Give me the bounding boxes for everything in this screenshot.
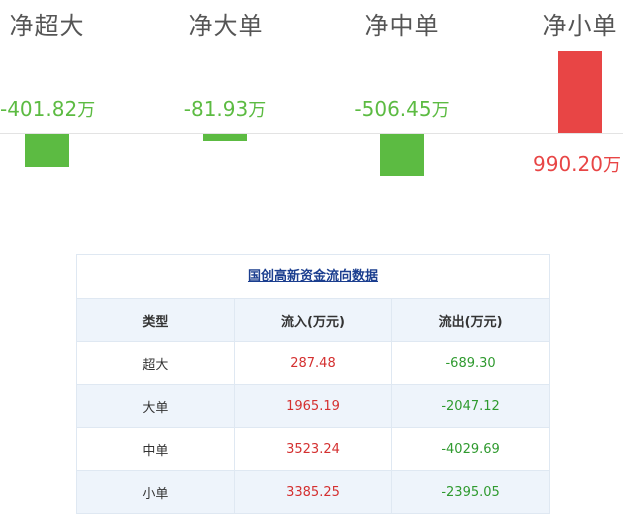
- cell-outflow: -2047.12: [391, 384, 549, 428]
- bar-medium: [380, 134, 424, 176]
- value-number: -401.82: [0, 97, 78, 121]
- fund-flow-grid: 类型 流入(万元) 流出(万元) 超大 287.48 -689.30 大单 19…: [77, 299, 549, 513]
- cell-inflow: 287.48: [234, 341, 393, 385]
- value-label-large: -81.93万: [184, 96, 266, 122]
- cell-type: 超大: [77, 341, 235, 385]
- bar-small: [558, 51, 602, 133]
- category-label-large: 净大单: [188, 12, 264, 40]
- cell-outflow: -2395.05: [391, 470, 549, 513]
- chart-baseline: [0, 133, 623, 134]
- category-label-medium: 净中单: [364, 12, 440, 40]
- value-unit: 万: [602, 155, 621, 176]
- cell-inflow: 3523.24: [234, 427, 393, 471]
- table-row: 中单 3523.24 -4029.69: [77, 427, 549, 471]
- value-number: -81.93: [183, 97, 249, 121]
- value-label-super-large: -401.82万: [0, 96, 95, 122]
- table-header-row: 类型 流入(万元) 流出(万元): [77, 299, 549, 342]
- header-inflow: 流入(万元): [234, 299, 393, 342]
- table-row: 超大 287.48 -689.30: [77, 341, 549, 385]
- cell-inflow: 1965.19: [234, 384, 393, 428]
- bar-super-large: [25, 134, 69, 168]
- cell-inflow: 3385.25: [234, 470, 393, 513]
- value-unit: 万: [77, 100, 96, 121]
- bar-large: [203, 134, 247, 141]
- cell-type: 小单: [77, 470, 235, 513]
- table-row: 大单 1965.19 -2047.12: [77, 384, 549, 428]
- category-label-small: 净小单: [542, 12, 618, 40]
- value-label-medium: -506.45万: [354, 96, 449, 122]
- category-label-super-large: 净超大: [9, 12, 85, 40]
- value-number: -506.45: [354, 97, 432, 121]
- header-outflow: 流出(万元): [391, 299, 549, 342]
- cell-outflow: -4029.69: [391, 427, 549, 471]
- cell-outflow: -689.30: [391, 341, 549, 385]
- value-number: 990.20: [533, 152, 603, 176]
- value-unit: 万: [431, 100, 450, 121]
- table-row: 小单 3385.25 -2395.05: [77, 470, 549, 513]
- cell-type: 大单: [77, 384, 235, 428]
- table-title-link[interactable]: 国创高新资金流向数据: [77, 255, 549, 299]
- cell-type: 中单: [77, 427, 235, 471]
- net-flow-chart: 净超大 净大单 净中单 净小单 -401.82万 -81.93万 -506.45…: [0, 0, 623, 210]
- fund-flow-table: 国创高新资金流向数据 类型 流入(万元) 流出(万元) 超大 287.48 -6…: [76, 254, 550, 514]
- header-type: 类型: [77, 299, 235, 342]
- value-unit: 万: [248, 100, 267, 121]
- value-label-small: 990.20万: [533, 151, 621, 177]
